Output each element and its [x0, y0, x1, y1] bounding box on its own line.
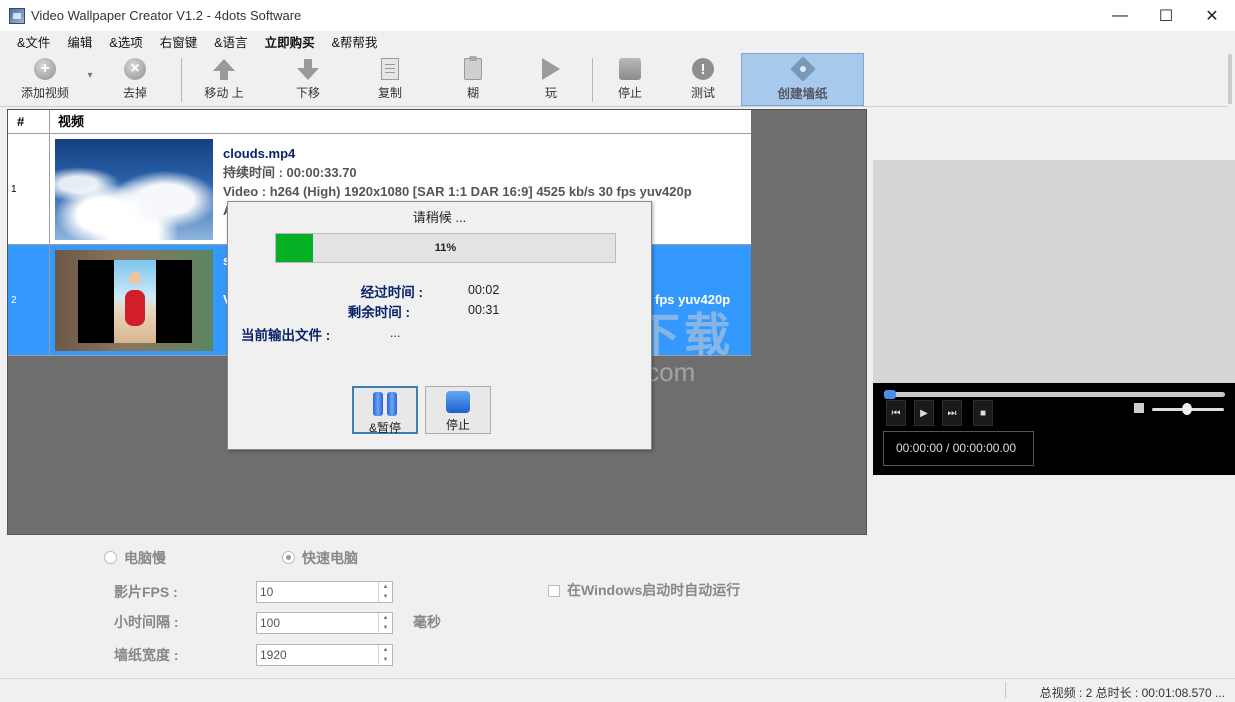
test-button[interactable]: ! 测试 [683, 54, 723, 104]
close-button[interactable]: ✕ [1189, 0, 1235, 31]
media-player: ⏮ ▶ ⏭ ■ 00:00:00 / 00:00:00.00 [873, 383, 1235, 475]
output-file-value: ... [390, 326, 401, 340]
stop-icon[interactable]: ■ [973, 400, 993, 426]
slow-pc-radio[interactable] [104, 551, 117, 564]
test-icon: ! [692, 58, 714, 80]
volume-handle[interactable] [1182, 403, 1192, 415]
video-filename: clouds.mp4 [223, 146, 296, 161]
add-video-button[interactable]: + 添加视频 [16, 54, 74, 104]
row-number: 1 [8, 134, 50, 244]
paste-button[interactable]: 糊 [453, 54, 493, 104]
paste-icon [464, 56, 482, 80]
create-wallpaper-icon [789, 56, 816, 82]
toolbar-divider-line [0, 106, 1228, 107]
stop-icon [619, 58, 641, 80]
menu-edit[interactable]: 编辑 [50, 33, 92, 53]
video-duration: 持续时间 : 00:00:33.70 [223, 165, 357, 180]
toolbar-divider [181, 58, 182, 102]
autorun-label: 在Windows启动时自动运行 [567, 582, 741, 598]
toolbar-scrollbar[interactable] [1228, 54, 1232, 104]
row-number: 2 [8, 245, 50, 355]
grid-header: # 视频 [8, 110, 751, 134]
copy-icon [381, 58, 399, 80]
menu-options[interactable]: &选项 [92, 33, 142, 53]
remaining-label: 剩余时间 : [347, 305, 410, 320]
progress-bar: 11% [275, 233, 616, 263]
slow-pc-label: 电脑慢 [124, 550, 166, 566]
toolbar-divider [592, 58, 593, 102]
status-summary: 总视频 : 2 总时长 : 00:01:08.570 ... [1039, 686, 1225, 700]
interval-stepper[interactable]: 100 ▲ ▼ [256, 612, 393, 634]
menu-language[interactable]: &语言 [197, 33, 247, 53]
move-up-button[interactable]: 移动 上 [199, 54, 249, 104]
menu-bar: &文件 编辑 &选项 右窗键 &语言 立即购买 &帮帮我 [0, 33, 377, 53]
add-video-dropdown[interactable]: ▾ [84, 54, 96, 104]
menu-file[interactable]: &文件 [0, 33, 50, 53]
video-stream-tail: fps yuv420p [655, 292, 731, 307]
remove-icon: × [124, 58, 146, 80]
menu-context[interactable]: 右窗键 [143, 33, 198, 53]
copy-button[interactable]: 复制 [370, 54, 410, 104]
pause-button[interactable]: &暂停 [352, 386, 418, 435]
maximize-button[interactable]: ☐ [1143, 0, 1189, 31]
video-thumbnail [55, 250, 213, 351]
video-thumbnail [55, 139, 213, 240]
dialog-title: 请稍候 ... [412, 210, 467, 225]
width-stepper[interactable]: 1920 ▲ ▼ [256, 644, 393, 666]
video-preview [873, 160, 1235, 383]
add-icon: + [34, 58, 56, 80]
ms-unit-label: 毫秒 [413, 614, 441, 630]
app-icon [9, 7, 25, 24]
autorun-checkbox[interactable] [548, 585, 560, 597]
fast-pc-radio[interactable] [282, 551, 295, 564]
column-header-video[interactable]: 视频 [50, 110, 84, 133]
window-controls: — ☐ ✕ [1097, 0, 1235, 31]
pause-icon [373, 392, 397, 416]
seek-handle[interactable] [884, 390, 896, 399]
title-bar: Video Wallpaper Creator V1.2 - 4dots Sof… [0, 0, 1235, 31]
interval-label: 小时间隔 : [114, 614, 179, 630]
remove-button[interactable]: × 去掉 [115, 54, 155, 104]
play-icon[interactable]: ▶ [914, 400, 934, 426]
arrow-up-icon [212, 57, 236, 81]
spin-arrows[interactable]: ▲ ▼ [378, 613, 392, 633]
move-down-button[interactable]: 下移 [288, 54, 328, 104]
spin-arrows[interactable]: ▲ ▼ [378, 645, 392, 665]
chevron-down-icon: ▾ [87, 70, 93, 81]
volume-icon[interactable] [1134, 403, 1144, 413]
previous-icon[interactable]: ⏮ [886, 400, 906, 426]
time-display: 00:00:00 / 00:00:00.00 [883, 431, 1034, 466]
minimize-button[interactable]: — [1097, 0, 1143, 31]
dialog-stop-button[interactable]: 停止 [425, 386, 491, 434]
progress-dialog: 请稍候 ... 11% 经过时间 : 00:02 剩余时间 : 00:31 当前… [227, 201, 652, 450]
menu-help[interactable]: &帮帮我 [315, 33, 378, 53]
toolbar: + 添加视频 ▾ × 去掉 移动 上 下移 复制 糊 玩 停止 ! 测试 [0, 54, 1235, 104]
create-wallpaper-button[interactable]: 创建墙纸 [741, 53, 864, 106]
menu-buy-now[interactable]: 立即购买 [248, 33, 315, 53]
spin-arrows[interactable]: ▲ ▼ [378, 582, 392, 602]
status-divider [1005, 682, 1006, 698]
fast-pc-label: 快速电脑 [302, 550, 358, 566]
video-stream: Video : h264 (High) 1920x1080 [SAR 1:1 D… [223, 184, 692, 199]
seek-bar[interactable] [884, 392, 1225, 397]
window-title: Video Wallpaper Creator V1.2 - 4dots Sof… [31, 8, 302, 23]
stop-button[interactable]: 停止 [610, 54, 650, 104]
remaining-value: 00:31 [468, 303, 500, 317]
arrow-down-icon [296, 57, 320, 81]
elapsed-value: 00:02 [468, 283, 500, 297]
stop-icon [446, 391, 470, 413]
progress-percent: 11% [434, 242, 457, 254]
elapsed-label: 经过时间 : [360, 285, 423, 300]
output-file-label: 当前输出文件 : [241, 328, 331, 343]
width-label: 墙纸宽度 : [114, 647, 179, 663]
fps-stepper[interactable]: 10 ▲ ▼ [256, 581, 393, 603]
play-icon [542, 58, 560, 80]
next-icon[interactable]: ⏭ [942, 400, 962, 426]
play-button[interactable]: 玩 [531, 54, 571, 104]
status-bar: 总视频 : 2 总时长 : 00:01:08.570 ... [0, 678, 1235, 702]
fps-label: 影片FPS : [114, 584, 178, 600]
column-header-num[interactable]: # [8, 110, 50, 133]
